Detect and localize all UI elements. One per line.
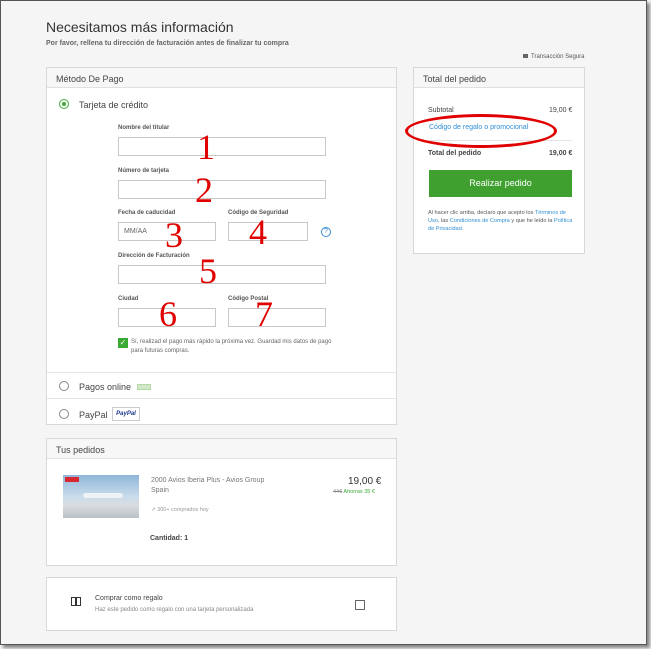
- holder-input[interactable]: [118, 137, 326, 156]
- annotation-5: 5: [199, 251, 217, 291]
- summary-panel: Total del pedido Subtotal 19,00 € Código…: [413, 67, 585, 254]
- card-number-input[interactable]: [118, 180, 326, 199]
- paypal-option-label: PayPal: [79, 410, 108, 420]
- iberia-logo-icon: [65, 477, 79, 482]
- product-savings: 44€ Ahorras 35 €: [333, 489, 375, 495]
- annotation-6: 6: [159, 294, 177, 334]
- gift-subtitle: Haz este pedido como regalo con una tarj…: [95, 607, 254, 613]
- product-location: Spain: [151, 487, 169, 494]
- annotation-4: 4: [249, 212, 267, 252]
- payment-panel: Método De Pago Tarjeta de crédito Nombre…: [46, 67, 397, 425]
- legal-text: Al hacer clic arriba, declaro que acepto…: [428, 210, 573, 232]
- divider: [47, 372, 396, 373]
- place-order-button[interactable]: Realizar pedido: [429, 170, 572, 197]
- address-input[interactable]: [118, 265, 326, 284]
- annotation-1: 1: [197, 127, 215, 167]
- product-image: [63, 475, 139, 518]
- lock-icon: [523, 54, 528, 59]
- help-icon[interactable]: ?: [321, 227, 331, 237]
- online-payment-icon: [137, 384, 151, 390]
- gift-icon: [71, 597, 81, 606]
- address-label: Dirección de Facturación: [118, 253, 190, 259]
- annotation-2: 2: [195, 170, 213, 210]
- summary-heading: Total del pedido: [414, 68, 584, 88]
- paypal-radio[interactable]: [59, 409, 69, 419]
- subtotal-value: 19,00 €: [549, 107, 573, 114]
- annotation-7: 7: [255, 294, 273, 334]
- page-title: Necesitamos más información: [46, 19, 234, 35]
- subtotal-label: Subtotal: [428, 107, 454, 114]
- annotation-3: 3: [165, 215, 183, 255]
- gift-panel: Comprar como regalo Haz este pedido como…: [46, 577, 397, 631]
- zip-input[interactable]: [228, 308, 326, 327]
- gift-title: Comprar como regalo: [95, 595, 163, 602]
- payment-heading: Método De Pago: [47, 68, 396, 88]
- bought-today: ↗ 300+ comprados hoy: [151, 507, 209, 513]
- product-quantity: Cantidad: 1: [150, 535, 189, 542]
- paypal-logo-icon: PayPal: [112, 407, 140, 421]
- product-title: 2000 Avios Iberia Plus - Avios Group: [151, 477, 265, 484]
- gift-checkbox[interactable]: [355, 600, 365, 610]
- save-card-checkbox[interactable]: ✓: [118, 338, 128, 348]
- holder-label: Nombre del titular: [118, 125, 170, 131]
- total-label: Total del pedido: [428, 150, 482, 157]
- online-radio[interactable]: [59, 381, 69, 391]
- orders-panel: Tus pedidos 2000 Avios Iberia Plus - Avi…: [46, 438, 397, 566]
- online-option-label: Pagos online: [79, 382, 132, 392]
- divider: [47, 398, 396, 399]
- promo-highlight-oval: [405, 114, 557, 148]
- conditions-link[interactable]: Condiciones de Compra: [450, 218, 510, 224]
- page-subtitle: Por favor, rellena tu dirección de factu…: [46, 40, 289, 47]
- save-card-note: Sí, realizad el pago más rápido la próxi…: [131, 339, 332, 354]
- orders-heading: Tus pedidos: [47, 439, 396, 459]
- card-radio[interactable]: [59, 99, 69, 109]
- card-option-label: Tarjeta de crédito: [79, 100, 149, 110]
- city-label: Ciudad: [118, 296, 139, 302]
- secure-transaction: Transacción Segura: [523, 54, 584, 60]
- airplane-icon: [83, 493, 123, 498]
- page-frame: Necesitamos más información Por favor, r…: [0, 0, 647, 645]
- card-number-label: Número de tarjeta: [118, 168, 170, 174]
- product-price: 19,00 €: [348, 476, 382, 487]
- cvv-input[interactable]: [228, 222, 308, 241]
- total-value: 19,00 €: [549, 150, 573, 157]
